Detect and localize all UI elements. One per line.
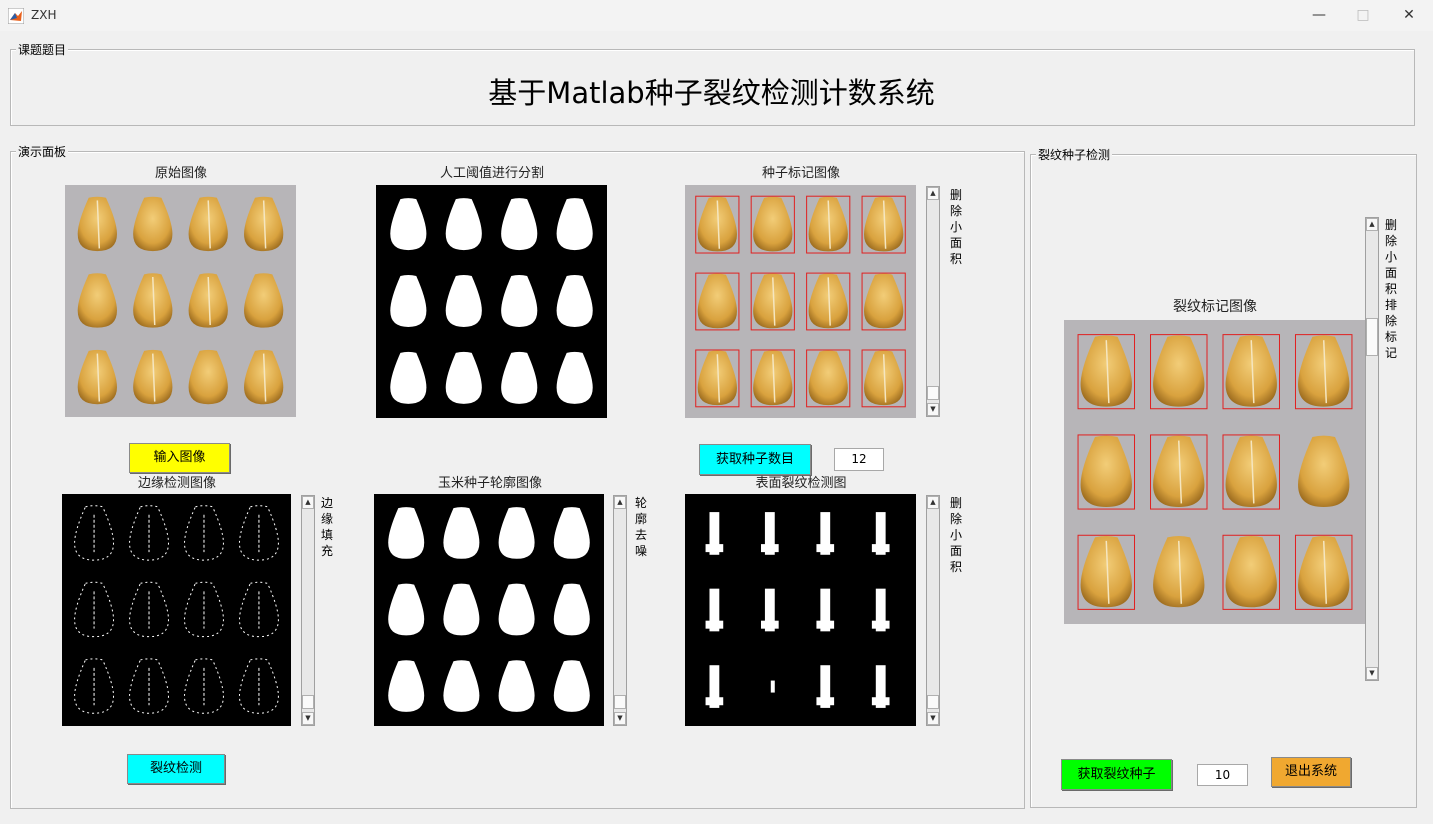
header-panel: 基于Matlab种子裂纹检测计数系统 bbox=[10, 49, 1415, 126]
slider-thumb[interactable] bbox=[927, 695, 939, 709]
scroll-up-icon[interactable]: ▲ bbox=[302, 496, 314, 509]
contour-denoise-label: 轮廓去噪 bbox=[634, 496, 647, 558]
scroll-down-icon[interactable]: ▼ bbox=[614, 712, 626, 725]
exit-button[interactable]: 退出系统 bbox=[1271, 757, 1351, 787]
scroll-down-icon[interactable]: ▼ bbox=[302, 712, 314, 725]
delete-small-area-slider[interactable]: ▲ ▼ bbox=[926, 186, 940, 417]
edge-fill-slider[interactable]: ▲ ▼ bbox=[301, 495, 315, 726]
scroll-up-icon[interactable]: ▲ bbox=[927, 496, 939, 509]
crack-detect-button[interactable]: 裂纹检测 bbox=[127, 754, 225, 784]
crack-detect-image-title: 表面裂纹检测图 bbox=[755, 476, 847, 491]
crack-panel-label: 裂纹种子检测 bbox=[1036, 148, 1113, 162]
contour-image bbox=[374, 494, 604, 726]
scroll-down-icon[interactable]: ▼ bbox=[927, 712, 939, 725]
demo-panel-label: 演示面板 bbox=[16, 145, 69, 159]
crack-marked-image bbox=[1064, 320, 1366, 624]
minimize-icon[interactable]: — bbox=[1296, 2, 1342, 29]
close-icon[interactable]: ✕ bbox=[1386, 2, 1432, 29]
scroll-up-icon[interactable]: ▲ bbox=[614, 496, 626, 509]
window-title: ZXH bbox=[31, 8, 57, 22]
slider-thumb[interactable] bbox=[302, 695, 314, 709]
header-panel-label: 课题题目 bbox=[16, 43, 69, 57]
contour-image-title: 玉米种子轮廓图像 bbox=[437, 476, 542, 491]
maximize-icon[interactable]: □ bbox=[1340, 2, 1386, 29]
page-title: 基于Matlab种子裂纹检测计数系统 bbox=[488, 76, 935, 110]
contour-denoise-slider[interactable]: ▲ ▼ bbox=[613, 495, 627, 726]
marked-image-title: 种子标记图像 bbox=[761, 166, 840, 181]
slider-thumb[interactable] bbox=[927, 386, 939, 400]
slider-thumb[interactable] bbox=[614, 695, 626, 709]
seed-count-field[interactable]: 12 bbox=[834, 448, 884, 471]
crack-count-field[interactable]: 10 bbox=[1197, 764, 1248, 786]
title-bar: ZXH — □ ✕ bbox=[0, 0, 1433, 31]
crack-marked-image-title: 裂纹标记图像 bbox=[1173, 299, 1257, 315]
scroll-up-icon[interactable]: ▲ bbox=[1366, 218, 1378, 231]
slider-thumb[interactable] bbox=[1366, 318, 1378, 356]
crack-delete-small-area-slider[interactable]: ▲ ▼ bbox=[926, 495, 940, 726]
surface-crack-image bbox=[685, 494, 916, 726]
exclude-marker-label: 删除小面积排除标记 bbox=[1384, 218, 1397, 360]
edge-image bbox=[62, 494, 291, 726]
matlab-logo-icon bbox=[8, 8, 24, 24]
get-seed-count-button[interactable]: 获取种子数目 bbox=[699, 444, 811, 475]
crack-delete-small-area-label: 删除小面积 bbox=[949, 496, 962, 574]
seed-marked-image bbox=[685, 185, 916, 418]
delete-small-area-label: 删除小面积 bbox=[949, 188, 962, 266]
get-crack-seeds-button[interactable]: 获取裂纹种子 bbox=[1061, 759, 1172, 790]
original-image bbox=[65, 185, 296, 417]
input-image-button[interactable]: 输入图像 bbox=[129, 443, 230, 473]
edge-fill-label: 边缘填充 bbox=[320, 496, 333, 558]
threshold-image bbox=[376, 185, 607, 418]
exclude-marker-slider[interactable]: ▲ ▼ bbox=[1365, 217, 1379, 681]
scroll-down-icon[interactable]: ▼ bbox=[1366, 667, 1378, 680]
scroll-down-icon[interactable]: ▼ bbox=[927, 403, 939, 416]
threshold-image-title: 人工阈值进行分割 bbox=[439, 166, 544, 181]
original-image-title: 原始图像 bbox=[154, 166, 207, 181]
scroll-up-icon[interactable]: ▲ bbox=[927, 187, 939, 200]
edge-image-title: 边缘检测图像 bbox=[137, 476, 216, 491]
